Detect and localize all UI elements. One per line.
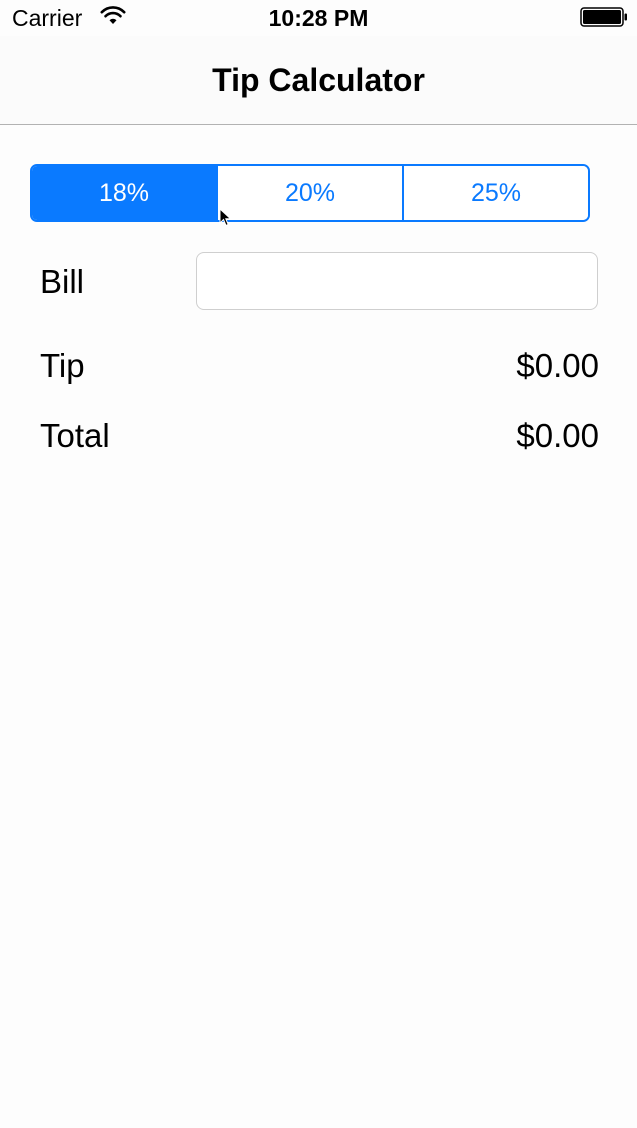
status-time: 10:28 PM xyxy=(268,5,369,31)
status-bar: Carrier 10:28 PM xyxy=(0,0,637,36)
tip-amount-value: $0.00 xyxy=(516,347,599,384)
mouse-pointer-icon xyxy=(219,208,232,227)
bill-label: Bill xyxy=(40,263,85,300)
tip-percentage-selector[interactable]: 18% 20% 25% xyxy=(30,164,590,222)
total-label: Total xyxy=(40,417,110,454)
total-amount-value: $0.00 xyxy=(516,417,599,454)
tip-segment-18[interactable]: 18% xyxy=(32,166,218,220)
tip-segment-20[interactable]: 20% xyxy=(218,166,404,220)
tip-segment-25[interactable]: 25% xyxy=(404,166,588,220)
tip-label: Tip xyxy=(40,347,85,384)
tip-calculator-screen: Carrier 10:28 PM Tip Calculator 18% 20% … xyxy=(0,0,637,1128)
battery-full-icon xyxy=(580,7,627,27)
bill-amount-input[interactable] xyxy=(196,252,598,310)
navigation-bar: Tip Calculator xyxy=(0,36,637,125)
page-title: Tip Calculator xyxy=(212,62,425,98)
